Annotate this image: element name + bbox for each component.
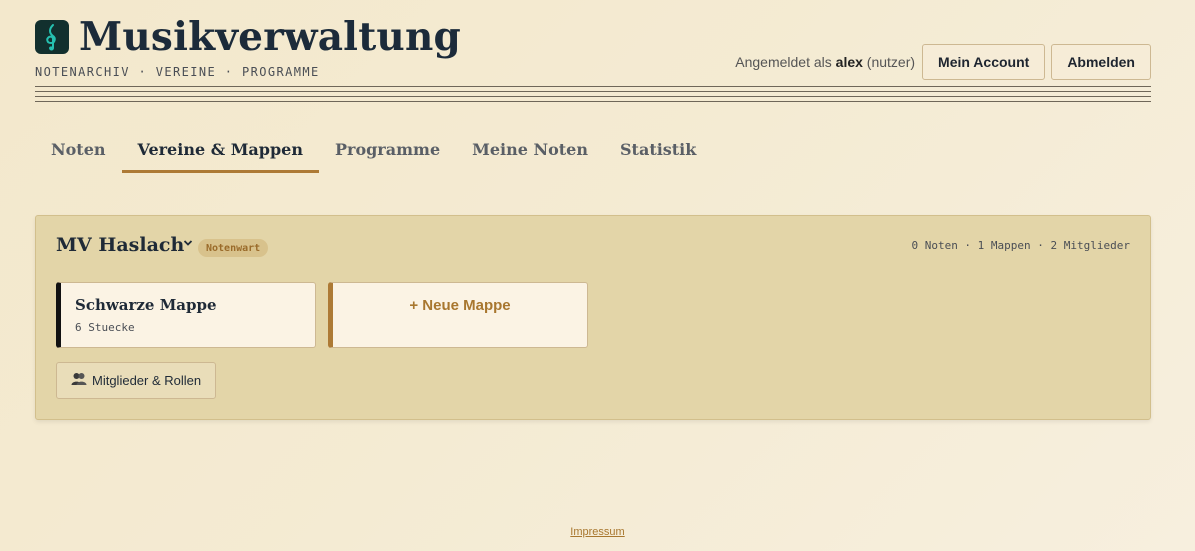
chevron-down-icon[interactable] [183, 238, 193, 250]
tab-statistik[interactable]: Statistik [604, 128, 712, 173]
staff-line [35, 101, 1151, 102]
impressum-label[interactable]: Impressum [570, 526, 624, 538]
staff-line [35, 96, 1151, 97]
folder-title: Schwarze Mappe [75, 296, 217, 314]
role-badge: Notenwart [198, 239, 269, 257]
app-subtitle: NOTENARCHIV · VEREINE · PROGRAMME [35, 65, 320, 79]
club-panel: MV Haslach Notenwart 0 Noten · 1 Mappen … [35, 215, 1151, 420]
my-account-button[interactable]: Mein Account [922, 44, 1046, 80]
members-roles-button[interactable]: Mitglieder & Rollen [56, 362, 217, 399]
folder-count: 6 Stuecke [75, 321, 135, 334]
new-folder-label: + Neue Mappe [409, 297, 511, 314]
members-roles-label: Mitglieder & Rollen [92, 373, 202, 388]
login-prefix: Angemeldet als [735, 54, 836, 70]
user-area: Angemeldet als alex (nutzer) Mein Accoun… [735, 44, 1151, 80]
folder-card[interactable]: Schwarze Mappe 6 Stuecke [56, 282, 316, 348]
tab-noten[interactable]: Noten [35, 128, 122, 173]
users-icon [71, 372, 87, 389]
staff-line [35, 91, 1151, 92]
impressum-link[interactable]: Impressum [0, 526, 1195, 538]
new-folder-button[interactable]: + Neue Mappe [328, 282, 588, 348]
tab-meine-noten[interactable]: Meine Noten [456, 128, 604, 173]
main-tabs: Noten Vereine & Mappen Programme Meine N… [35, 128, 712, 173]
treble-clef-icon [35, 20, 69, 54]
tab-programme[interactable]: Programme [319, 128, 456, 173]
login-info: Angemeldet als alex (nutzer) [735, 54, 915, 70]
club-name[interactable]: MV Haslach [56, 234, 184, 256]
staff-line [35, 86, 1151, 87]
login-username: alex [835, 54, 863, 70]
tab-vereine-mappen[interactable]: Vereine & Mappen [121, 128, 319, 173]
logout-button[interactable]: Abmelden [1051, 44, 1151, 80]
app-title: Musikverwaltung [79, 14, 461, 60]
club-stats: 0 Noten · 1 Mappen · 2 Mitglieder [911, 239, 1130, 252]
login-role: (nutzer) [862, 54, 916, 70]
